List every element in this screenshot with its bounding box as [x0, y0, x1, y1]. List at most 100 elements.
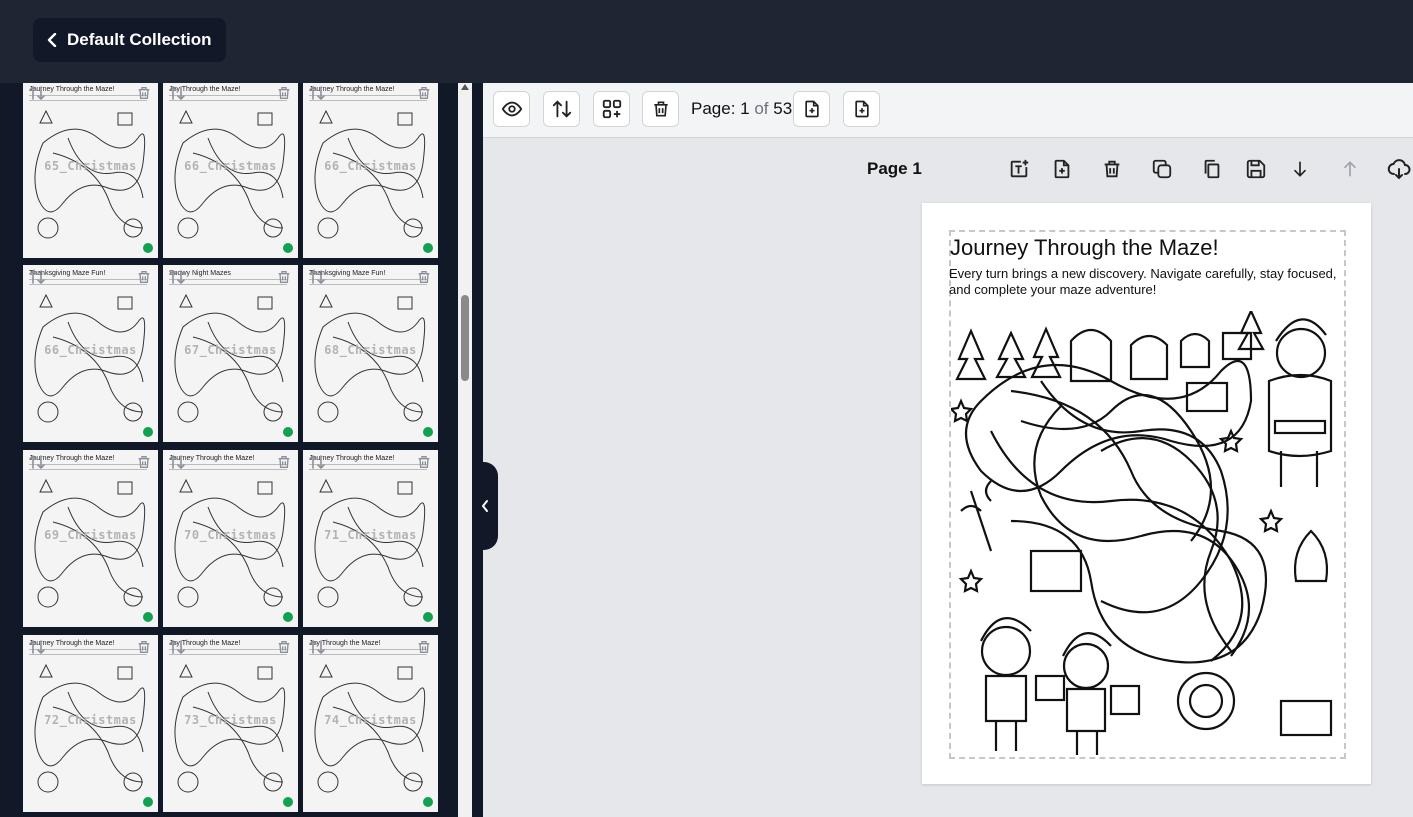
delete-button[interactable] — [642, 91, 679, 127]
page-label: Page 1 — [867, 159, 922, 178]
add-page-after-button[interactable] — [843, 91, 880, 127]
save-button[interactable] — [1243, 156, 1269, 182]
trash-icon[interactable] — [276, 269, 292, 290]
copy-page-button[interactable] — [1199, 156, 1225, 182]
trash-icon[interactable] — [416, 269, 432, 290]
page-thumbnail[interactable]: Journey Through the Maze! 66_Christmas — [303, 83, 438, 258]
move-down-button[interactable] — [1287, 156, 1313, 182]
thumbnail-name: 66_Christmas — [324, 159, 417, 173]
save-icon — [1246, 159, 1266, 179]
page-thumbnail[interactable]: Journey Through the Maze! 69_Christmas — [23, 450, 158, 627]
thumbnail-subtitle-lines — [309, 95, 427, 101]
thumbnail-name: 73_Christmas — [184, 713, 277, 727]
trash-icon[interactable] — [136, 454, 152, 475]
reorder-handle-icon[interactable] — [308, 269, 326, 290]
thumbnail-name: 67_Christmas — [184, 343, 277, 357]
status-dot — [283, 243, 293, 253]
thumbnail-subtitle-lines — [29, 279, 147, 285]
reorder-handle-icon[interactable] — [28, 269, 46, 290]
page-thumbnail[interactable]: Joy Through the Maze! 73_Christmas — [163, 635, 298, 812]
thumbnail-name: 69_Christmas — [44, 528, 137, 542]
maze-thumbnail-art — [174, 478, 286, 608]
arrow-down-icon — [1294, 161, 1306, 177]
maze-thumbnail-art — [314, 293, 426, 423]
download-button[interactable] — [1386, 156, 1412, 182]
page-thumbnail[interactable]: Journey Through the Maze! 71_Christmas — [303, 450, 438, 627]
add-page-button[interactable] — [793, 91, 830, 127]
preview-button[interactable] — [493, 91, 530, 127]
page-counter: Page: 1 of 53 — [691, 99, 792, 119]
thumbnail-scrollbar[interactable] — [458, 83, 472, 817]
thumbnail-name: 66_Christmas — [184, 159, 277, 173]
status-dot — [143, 797, 153, 807]
trash-icon — [1104, 160, 1120, 178]
maze-thumbnail-art — [314, 478, 426, 608]
eye-icon — [501, 101, 522, 117]
page-thumbnail[interactable]: Thanksgiving Maze Fun! 66_Christmas — [23, 265, 158, 442]
thumbnail-subtitle-lines — [169, 649, 287, 655]
thumbnail-name: 66_Christmas — [44, 343, 137, 357]
back-button-label: Default Collection — [67, 30, 212, 49]
sort-arrows-icon — [552, 100, 571, 118]
status-dot — [143, 612, 153, 622]
reorder-button[interactable] — [543, 91, 580, 127]
status-dot — [143, 427, 153, 437]
reorder-handle-icon[interactable] — [28, 639, 46, 660]
status-dot — [423, 612, 433, 622]
reorder-handle-icon[interactable] — [168, 639, 186, 660]
duplicate-button[interactable] — [1149, 156, 1175, 182]
reorder-handle-icon[interactable] — [308, 454, 326, 475]
scroll-up-arrow-icon[interactable] — [461, 84, 469, 90]
back-to-collection-button[interactable]: Default Collection — [33, 18, 226, 62]
reorder-handle-icon[interactable] — [308, 639, 326, 660]
files-icon — [1204, 159, 1220, 179]
scrollbar-thumb[interactable] — [461, 295, 469, 381]
page-thumbnail[interactable]: Snowy Night Mazes 67_Christmas — [163, 265, 298, 442]
collapse-sidebar-button[interactable] — [472, 462, 498, 550]
reorder-handle-icon[interactable] — [28, 454, 46, 475]
current-page: 1 — [740, 99, 750, 118]
thumbnail-subtitle-lines — [309, 649, 427, 655]
trash-icon[interactable] — [136, 639, 152, 660]
page-thumbnail[interactable]: Journey Through the Maze! 65_Christmas — [23, 83, 158, 258]
trash-icon[interactable] — [136, 85, 152, 106]
page-thumbnail[interactable]: Joy Through the Maze! 66_Christmas — [163, 83, 298, 258]
thumbnail-subtitle-lines — [309, 279, 427, 285]
reorder-handle-icon[interactable] — [168, 85, 186, 106]
reorder-handle-icon[interactable] — [168, 454, 186, 475]
trash-icon[interactable] — [416, 639, 432, 660]
page-title[interactable]: Journey Through the Maze! — [950, 235, 1219, 261]
top-bar: Default Collection — [0, 0, 1413, 83]
add-grid-button[interactable] — [593, 91, 630, 127]
maze-thumbnail-art — [174, 293, 286, 423]
trash-icon[interactable] — [136, 269, 152, 290]
maze-thumbnail-art — [314, 109, 426, 239]
page-thumbnail[interactable]: Journey Through the Maze! 72_Christmas — [23, 635, 158, 812]
maze-thumbnail-art — [34, 478, 146, 608]
add-text-button[interactable] — [1006, 156, 1032, 182]
page-description[interactable]: Every turn brings a new discovery. Navig… — [949, 266, 1344, 298]
thumbnail-subtitle-lines — [169, 464, 287, 470]
page-thumbnail[interactable]: Joy Through the Maze! 74_Christmas — [303, 635, 438, 812]
trash-icon[interactable] — [416, 85, 432, 106]
page-canvas[interactable]: Journey Through the Maze! Every turn bri… — [922, 203, 1371, 784]
trash-icon[interactable] — [276, 454, 292, 475]
trash-icon[interactable] — [276, 85, 292, 106]
move-up-button[interactable] — [1337, 156, 1363, 182]
maze-thumbnail-art — [314, 663, 426, 793]
file-plus-icon — [804, 100, 819, 118]
page-thumbnail[interactable]: Journey Through the Maze! 70_Christmas — [163, 450, 298, 627]
thumbnail-panel: Journey Through the Maze! 65_Christmas Joy… — [0, 83, 483, 817]
maze-thumbnail-art — [174, 109, 286, 239]
insert-page-button[interactable] — [1049, 156, 1075, 182]
maze-illustration[interactable] — [951, 311, 1341, 759]
trash-icon[interactable] — [276, 639, 292, 660]
maze-thumbnail-art — [34, 293, 146, 423]
thumbnail-subtitle-lines — [169, 95, 287, 101]
page-thumbnail[interactable]: Thanksgiving Maze Fun! 68_Christmas — [303, 265, 438, 442]
delete-page-button[interactable] — [1099, 156, 1125, 182]
reorder-handle-icon[interactable] — [308, 85, 326, 106]
reorder-handle-icon[interactable] — [168, 269, 186, 290]
trash-icon[interactable] — [416, 454, 432, 475]
reorder-handle-icon[interactable] — [28, 85, 46, 106]
